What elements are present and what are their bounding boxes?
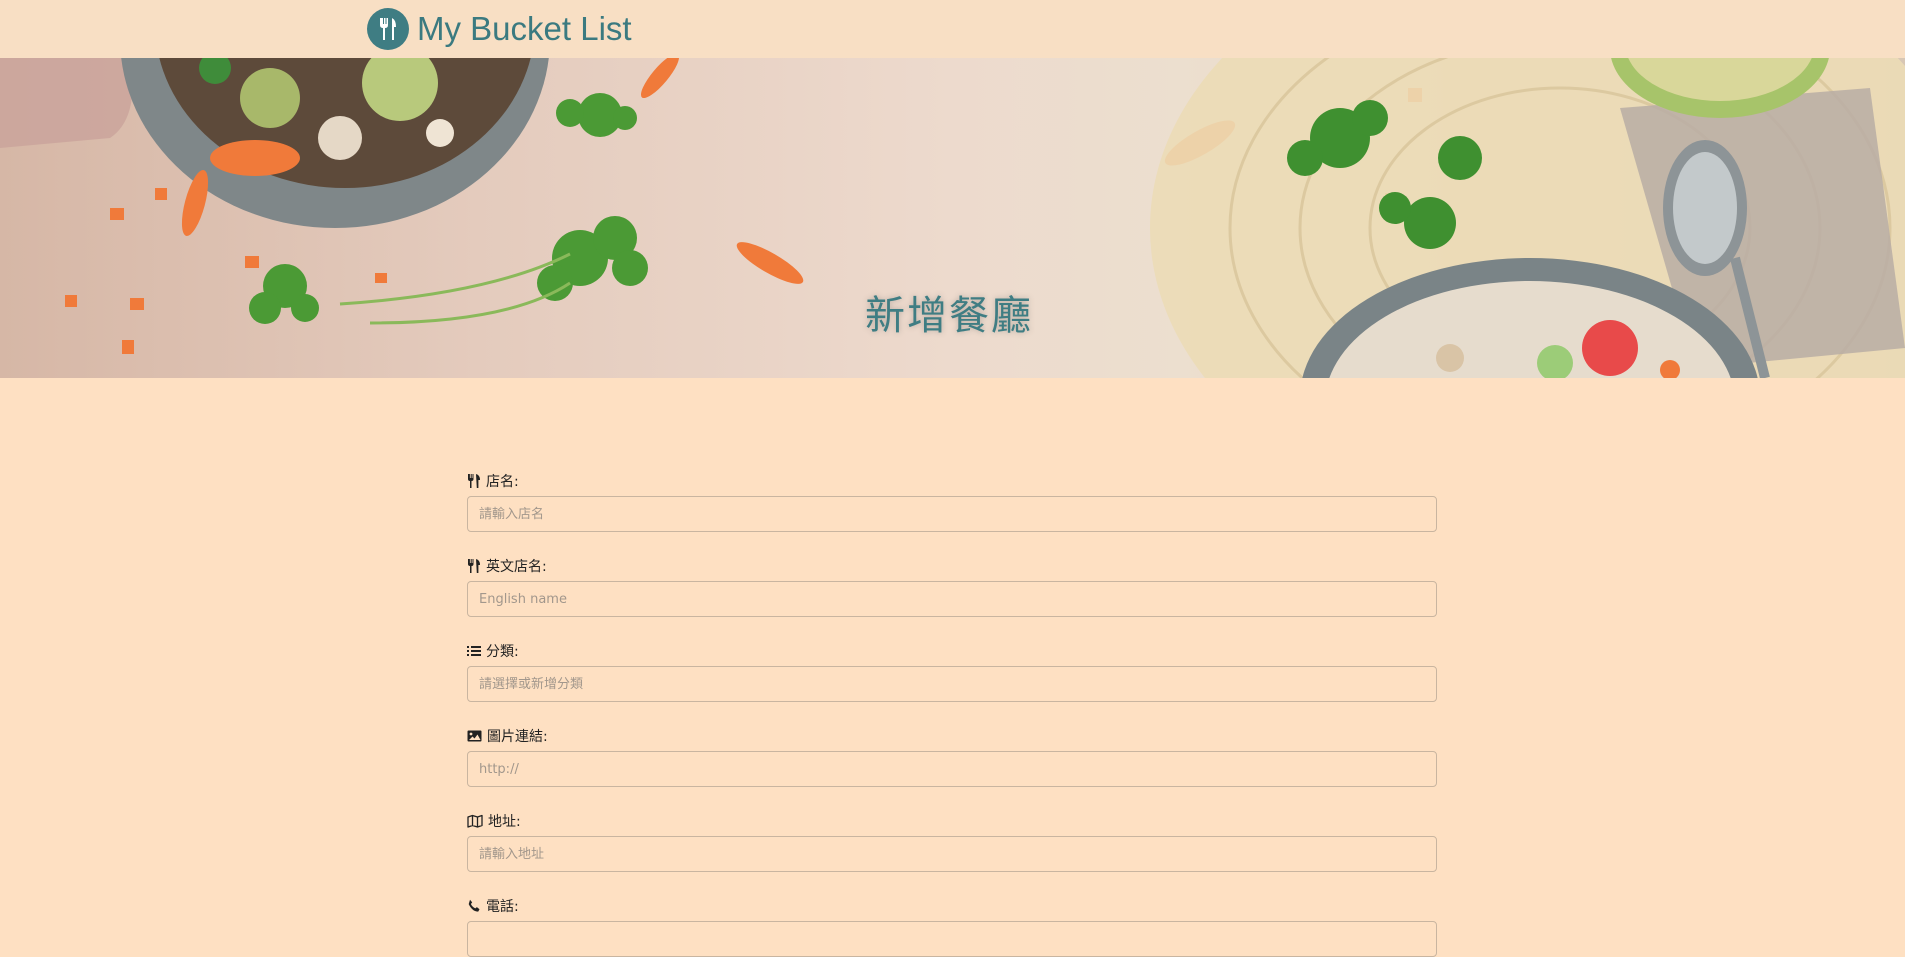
image-icon	[467, 730, 482, 742]
page-title: 新增餐廳	[865, 293, 1033, 339]
label-text: 店名:	[486, 474, 519, 490]
brand-link[interactable]: My Bucket List	[367, 7, 632, 51]
utensils-icon	[367, 8, 409, 50]
utensils-icon	[468, 474, 480, 488]
label-text: 電話:	[486, 899, 519, 915]
field-label: 店名:	[467, 470, 1437, 492]
brand-title: My Bucket List	[417, 10, 632, 47]
label-text: 地址:	[488, 814, 521, 830]
category-input[interactable]	[467, 666, 1437, 702]
image-url-input[interactable]	[467, 751, 1437, 787]
label-text: 分類:	[486, 644, 519, 660]
utensils-icon	[468, 559, 480, 573]
field-phone: 電話:	[467, 895, 1437, 957]
label-text: 英文店名:	[486, 559, 547, 575]
field-category: 分類:	[467, 640, 1437, 702]
field-image: 圖片連結:	[467, 725, 1437, 787]
address-input[interactable]	[467, 836, 1437, 872]
phone-icon	[468, 899, 480, 912]
field-label: 圖片連結:	[467, 725, 1437, 747]
label-text: 圖片連結:	[487, 729, 548, 745]
field-label: 分類:	[467, 640, 1437, 662]
field-label: 英文店名:	[467, 555, 1437, 577]
name-input[interactable]	[467, 496, 1437, 532]
field-label: 地址:	[467, 810, 1437, 832]
banner: 新增餐廳	[0, 58, 1905, 378]
phone-input[interactable]	[467, 921, 1437, 957]
field-label: 電話:	[467, 895, 1437, 917]
list-icon	[467, 646, 481, 656]
navbar: My Bucket List	[0, 0, 1905, 58]
field-name-en: 英文店名:	[467, 555, 1437, 617]
english-name-input[interactable]	[467, 581, 1437, 617]
map-icon	[467, 814, 483, 828]
field-address: 地址:	[467, 810, 1437, 872]
field-name: 店名:	[467, 470, 1437, 532]
